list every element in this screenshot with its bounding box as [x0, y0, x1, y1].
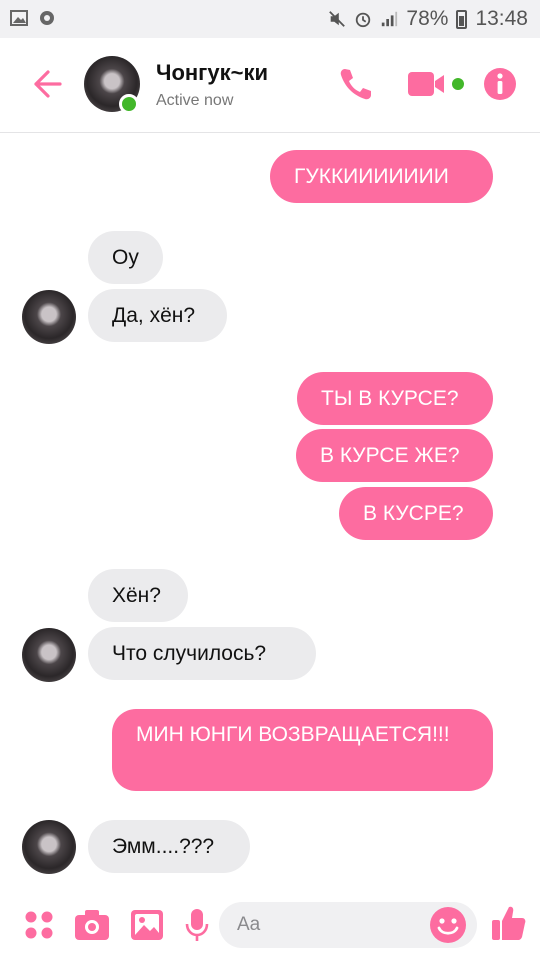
microphone-icon[interactable] [184, 908, 210, 942]
status-indicators: 78% 13:48 [328, 7, 528, 31]
emoji-icon[interactable] [429, 906, 467, 944]
mute-icon [329, 11, 346, 27]
status-bar: 78% 13:48 [0, 0, 540, 38]
video-camera-icon[interactable] [406, 66, 468, 102]
contact-name[interactable]: Чонгук~ки [156, 60, 268, 86]
message-input[interactable]: Aa [219, 902, 477, 948]
message-composer: Aa [0, 896, 540, 960]
message-outgoing[interactable]: ГУККИИИИИИИ [270, 150, 493, 203]
online-indicator [119, 94, 139, 114]
gallery-icon[interactable] [130, 908, 164, 942]
back-arrow-icon[interactable] [28, 66, 64, 102]
message-input-placeholder: Aa [237, 914, 261, 935]
clock: 13:48 [475, 7, 528, 30]
battery-percent: 78% [406, 7, 449, 30]
battery-icon [456, 9, 468, 29]
camera-icon[interactable] [74, 908, 110, 942]
message-outgoing[interactable]: МИН ЮНГИ ВОЗВРАЩАЕТСЯ!!! [112, 709, 493, 791]
message-outgoing[interactable]: ТЫ В КУРСЕ? [297, 372, 493, 425]
info-icon[interactable] [483, 66, 517, 102]
phone-icon[interactable] [336, 66, 376, 102]
message-incoming[interactable]: Эмм....??? [88, 820, 250, 873]
conversation-header: Чонгук~ки Active now [0, 38, 540, 133]
message-outgoing[interactable]: В КУСРЕ? [339, 487, 493, 540]
message-incoming[interactable]: Что случилось? [88, 627, 316, 680]
sender-avatar[interactable] [22, 820, 76, 874]
message-incoming[interactable]: Да, хён? [88, 289, 227, 342]
image-notification-icon [10, 10, 28, 26]
signal-icon [382, 11, 398, 27]
contact-status: Active now [156, 92, 234, 109]
thumbs-up-icon[interactable] [491, 904, 527, 942]
sender-avatar[interactable] [22, 628, 76, 682]
sender-avatar[interactable] [22, 290, 76, 344]
alarm-icon [356, 12, 371, 28]
message-incoming[interactable]: Хён? [88, 569, 188, 622]
settings-notification-icon [40, 11, 54, 25]
apps-icon[interactable] [22, 908, 56, 942]
message-incoming[interactable]: Оу [88, 231, 163, 284]
status-notifications [10, 9, 56, 27]
message-outgoing[interactable]: В КУРСЕ ЖЕ? [296, 429, 493, 482]
